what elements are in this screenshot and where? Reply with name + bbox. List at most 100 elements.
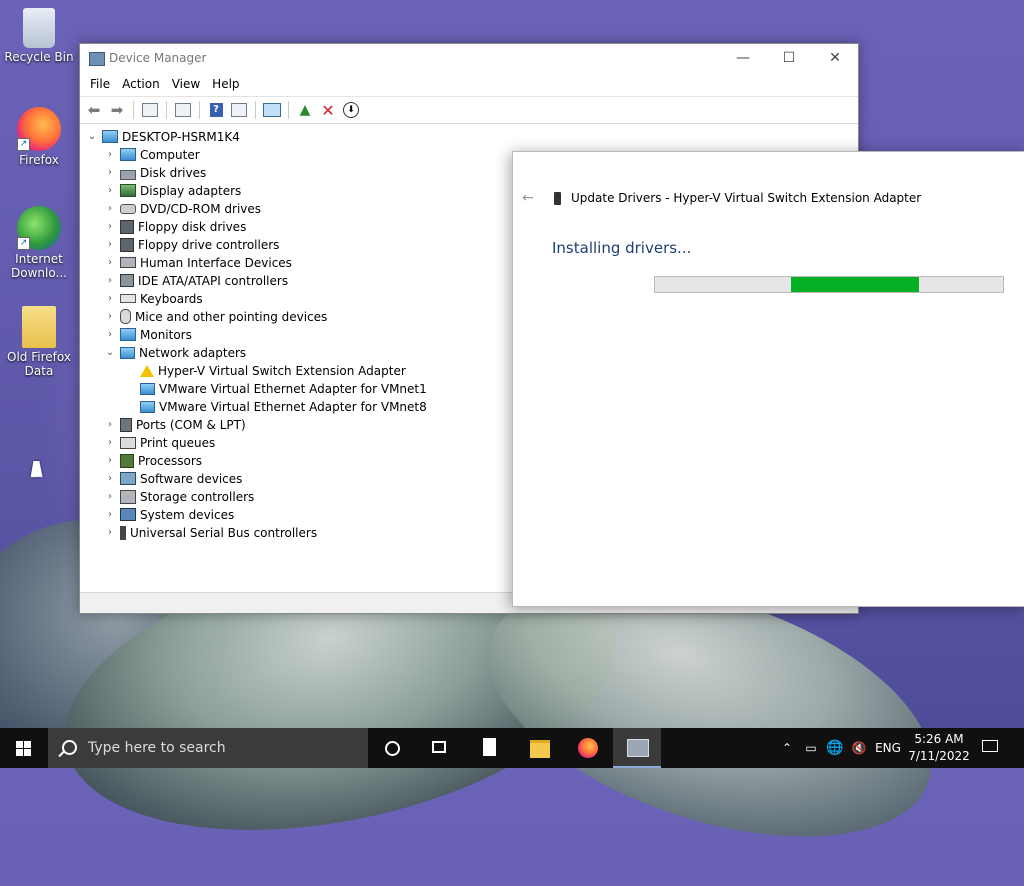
desktop-icon-internet-download-manager[interactable]: ↗ Internet Downlo... — [4, 206, 74, 280]
chevron-right-icon[interactable]: › — [104, 470, 116, 488]
tree-category-label: Floppy drive controllers — [138, 238, 280, 252]
taskbar-file-explorer[interactable] — [515, 728, 563, 768]
tree-category[interactable]: › Computer — [104, 146, 200, 164]
tree-category[interactable]: › Processors — [104, 452, 202, 470]
language-indicator[interactable]: ENG — [874, 728, 902, 768]
chevron-right-icon[interactable]: › — [104, 434, 116, 452]
chevron-right-icon[interactable]: › — [104, 164, 116, 182]
menu-action[interactable]: Action — [116, 74, 166, 96]
network-globe-icon[interactable]: 🌐 — [826, 728, 844, 768]
volume-muted-icon[interactable]: 🔇 — [850, 728, 868, 768]
tree-category[interactable]: › Mice and other pointing devices — [104, 308, 327, 326]
forward-arrow-icon[interactable]: ➡ — [107, 100, 127, 120]
tree-category-label: Processors — [138, 454, 203, 468]
computer-icon — [102, 130, 118, 143]
chevron-right-icon[interactable]: › — [104, 416, 116, 434]
chevron-right-icon[interactable]: › — [104, 236, 116, 254]
tree-category[interactable]: › Display adapters — [104, 182, 241, 200]
back-arrow-icon[interactable]: ⬅ — [84, 100, 104, 120]
help-button[interactable]: ? — [206, 100, 226, 120]
chevron-right-icon[interactable]: › — [104, 488, 116, 506]
tree-category[interactable]: › IDE ATA/ATAPI controllers — [104, 272, 288, 290]
taskbar-notepad[interactable] — [466, 728, 514, 768]
chevron-right-icon[interactable]: › — [104, 218, 116, 236]
tree-device-label: VMware Virtual Ethernet Adapter for VMne… — [159, 382, 427, 396]
tree-category[interactable]: › Keyboards — [104, 290, 203, 308]
tree-category-label: Display adapters — [140, 184, 242, 198]
search-box[interactable]: Type here to search — [48, 728, 368, 768]
ide-controller-icon — [120, 274, 134, 287]
show-hidden-icons-chevron-up-icon[interactable]: ⌃ — [778, 728, 796, 768]
storage-controller-icon — [120, 489, 136, 504]
chevron-right-icon[interactable]: › — [104, 272, 116, 290]
tree-device[interactable]: Hyper-V Virtual Switch Extension Adapter — [136, 362, 406, 380]
progress-bar-fill — [790, 277, 919, 292]
disable-device-button[interactable]: ⬇ — [341, 100, 361, 120]
taskbar-device-manager[interactable] — [613, 728, 661, 768]
tree-category[interactable]: › Universal Serial Bus controllers — [104, 524, 317, 542]
meet-now-icon[interactable]: ▭ — [802, 728, 820, 768]
menu-view[interactable]: View — [166, 74, 206, 96]
tree-category-label: Monitors — [140, 328, 192, 342]
uninstall-device-button[interactable]: ✕ — [318, 100, 338, 120]
tree-category[interactable]: › Floppy disk drives — [104, 218, 246, 236]
scan-hardware-button[interactable] — [262, 100, 282, 120]
maximize-button[interactable]: ☐ — [766, 44, 812, 74]
tree-category-label: Storage controllers — [140, 490, 255, 504]
task-view-icon — [432, 741, 446, 753]
chevron-right-icon[interactable]: › — [104, 308, 116, 326]
properties-button[interactable] — [173, 100, 193, 120]
tree-category[interactable]: › Monitors — [104, 326, 192, 344]
minimize-button[interactable]: — — [720, 44, 766, 74]
firefox-icon — [578, 738, 598, 758]
tree-category[interactable]: › Disk drives — [104, 164, 206, 182]
tree-category[interactable]: › Human Interface Devices — [104, 254, 292, 272]
show-action-pane-button[interactable] — [229, 100, 249, 120]
menu-help[interactable]: Help — [206, 74, 245, 96]
title-bar[interactable]: Device Manager — ☐ ✕ — [80, 44, 858, 74]
tree-category[interactable]: › System devices — [104, 506, 234, 524]
clock[interactable]: 5:26 AM 7/11/2022 — [906, 731, 972, 765]
back-arrow-icon[interactable]: ← — [522, 190, 534, 206]
tree-category[interactable]: › Print queues — [104, 434, 215, 452]
update-driver-button[interactable]: ▲ — [295, 100, 315, 120]
help-icon: ? — [209, 103, 223, 117]
disk-drive-icon — [120, 169, 136, 180]
start-button[interactable] — [0, 728, 48, 768]
network-adapter-icon — [140, 400, 155, 413]
chevron-right-icon[interactable]: › — [104, 290, 116, 308]
tree-category[interactable]: › Ports (COM & LPT) — [104, 416, 246, 434]
close-button[interactable]: ✕ — [812, 44, 858, 74]
desktop-icon-label: Firefox — [19, 153, 59, 167]
desktop-icon-recycle-bin[interactable]: Recycle Bin — [4, 8, 74, 64]
cortana-button[interactable] — [368, 728, 416, 768]
desktop-icon-firefox[interactable]: ↗ Firefox — [4, 107, 74, 167]
tree-category[interactable]: › Software devices — [104, 470, 242, 488]
tree-device[interactable]: VMware Virtual Ethernet Adapter for VMne… — [136, 398, 427, 416]
chevron-right-icon[interactable]: › — [104, 146, 116, 164]
tree-root[interactable]: ⌄ DESKTOP-HSRM1K4 — [86, 128, 240, 146]
tree-device[interactable]: VMware Virtual Ethernet Adapter for VMne… — [136, 380, 427, 398]
chevron-right-icon[interactable]: › — [104, 182, 116, 200]
chevron-down-icon[interactable]: ⌄ — [86, 128, 98, 146]
chevron-right-icon[interactable]: › — [104, 254, 116, 272]
show-hide-console-tree-button[interactable] — [140, 100, 160, 120]
tree-category[interactable]: ⌄ Network adapters — [104, 344, 246, 362]
chevron-right-icon[interactable]: › — [104, 524, 116, 542]
chevron-right-icon[interactable]: › — [104, 200, 116, 218]
chevron-down-icon[interactable]: ⌄ — [104, 344, 116, 362]
tree-category[interactable]: › DVD/CD-ROM drives — [104, 200, 261, 218]
chevron-right-icon[interactable]: › — [104, 452, 116, 470]
tree-category-label: Ports (COM & LPT) — [136, 418, 246, 432]
desktop-icon-old-firefox-data[interactable]: Old Firefox Data — [4, 306, 74, 378]
chevron-right-icon[interactable]: › — [104, 326, 116, 344]
action-pane-icon — [231, 103, 247, 117]
taskbar-firefox[interactable] — [564, 728, 612, 768]
menu-file[interactable]: File — [84, 74, 116, 96]
tree-category[interactable]: › Storage controllers — [104, 488, 254, 506]
task-view-button[interactable] — [416, 728, 464, 768]
tree-category[interactable]: › Floppy drive controllers — [104, 236, 279, 254]
desktop-icon-label: Old Firefox Data — [7, 350, 71, 378]
notification-center-icon[interactable] — [982, 740, 998, 752]
chevron-right-icon[interactable]: › — [104, 506, 116, 524]
